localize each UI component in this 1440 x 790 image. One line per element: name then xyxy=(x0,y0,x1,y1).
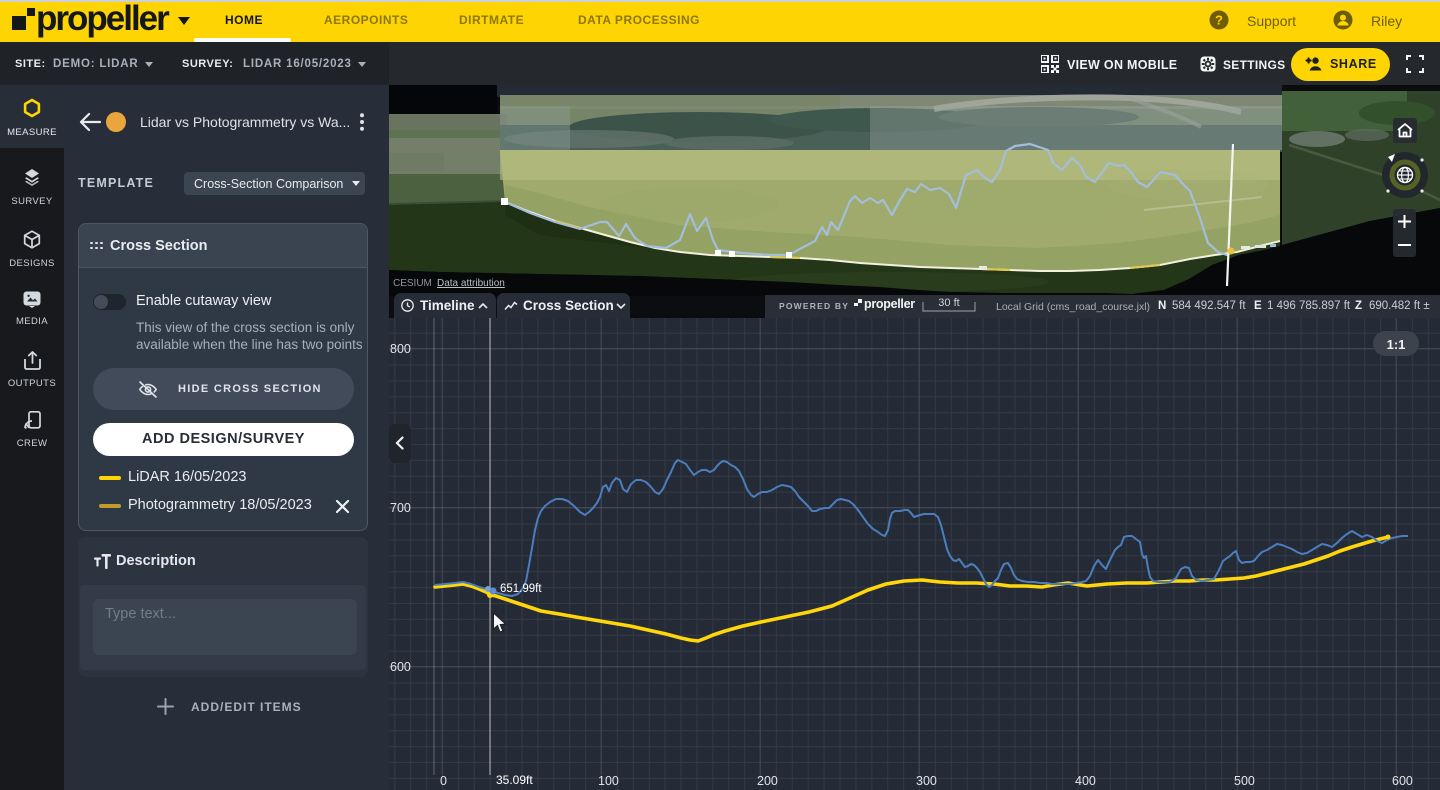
svg-text:?: ? xyxy=(1215,13,1223,28)
svg-text:CESIUM: CESIUM xyxy=(393,278,432,289)
svg-text:Data attribution: Data attribution xyxy=(437,278,505,289)
